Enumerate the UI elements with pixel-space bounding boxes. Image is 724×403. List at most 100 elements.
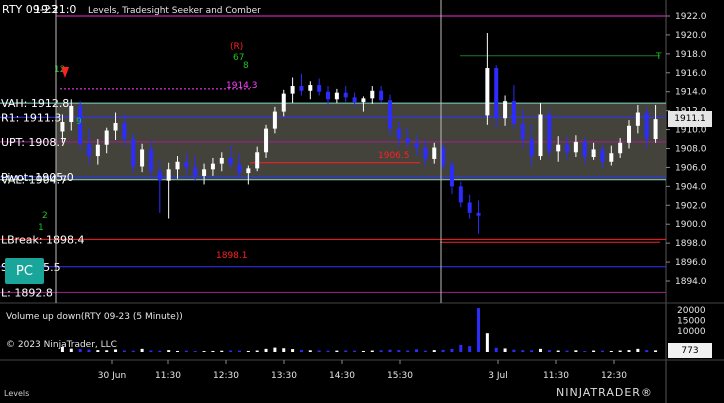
volume-bar bbox=[193, 350, 197, 352]
level-label-vah: VAH: 1912.8 bbox=[1, 97, 69, 110]
candle-body bbox=[511, 101, 516, 124]
candle-body bbox=[618, 142, 623, 154]
volume-bar bbox=[308, 350, 312, 352]
candle-body bbox=[281, 93, 286, 112]
volume-bar bbox=[441, 349, 445, 352]
candle-body bbox=[458, 186, 463, 203]
candle-body bbox=[635, 112, 640, 126]
volume-bar bbox=[237, 350, 241, 352]
candle-body bbox=[157, 171, 162, 181]
candle-body bbox=[246, 168, 251, 174]
price-axis[interactable]: 1922.01920.01918.01916.01914.01912.01910… bbox=[666, 12, 707, 287]
price-tick-label: 1914.0 bbox=[675, 88, 707, 98]
candle-body bbox=[104, 130, 109, 145]
candle-body bbox=[370, 90, 375, 99]
volume-bar bbox=[326, 350, 330, 352]
candle-body bbox=[476, 212, 481, 216]
candle-body bbox=[556, 144, 561, 152]
volume-bar bbox=[600, 350, 604, 352]
annotation-label: 1 bbox=[38, 223, 44, 233]
candle-body bbox=[396, 128, 401, 139]
volume-bar bbox=[565, 350, 569, 352]
time-axis[interactable]: 30 Jun 11:30 12:30 13:30 14:30 15:30 3 Jul 11:3… bbox=[98, 360, 627, 381]
candle-body bbox=[627, 125, 632, 143]
volume-bar bbox=[273, 347, 277, 352]
candle-body bbox=[255, 152, 260, 169]
candle-body bbox=[644, 112, 649, 140]
price-tick-label: 1920.0 bbox=[675, 31, 707, 41]
candle-body bbox=[591, 149, 596, 158]
volume-bar bbox=[361, 350, 365, 352]
price-tick-label: 1904.0 bbox=[675, 182, 707, 192]
volume-bar bbox=[547, 350, 551, 352]
annotation-label: (R) bbox=[230, 42, 243, 52]
candle-body bbox=[148, 149, 153, 172]
volume-bar bbox=[388, 349, 392, 352]
candle-body bbox=[653, 119, 658, 140]
volume-bar bbox=[432, 350, 436, 352]
price-tick-label: 1896.0 bbox=[675, 258, 707, 268]
price-chart[interactable]: 1922.01920.01918.01916.01914.01912.01910… bbox=[0, 0, 724, 403]
annotation-label: 2 bbox=[42, 211, 48, 221]
volume-bar bbox=[149, 350, 153, 352]
candle-body bbox=[467, 202, 472, 213]
candle-body bbox=[166, 169, 171, 181]
indicator-header: Levels, Tradesight Seeker and Comber bbox=[88, 6, 261, 16]
volume-bar bbox=[645, 350, 649, 352]
price-tick-label: 1894.0 bbox=[675, 277, 707, 287]
volume-bar bbox=[140, 348, 144, 352]
ninjatrader-logo: NINJATRADER® bbox=[556, 386, 653, 399]
volume-bar bbox=[503, 348, 507, 352]
pc-button[interactable]: PC bbox=[5, 258, 44, 284]
candle-body bbox=[272, 111, 277, 129]
time-tick-label: 14:30 bbox=[329, 371, 355, 381]
volume-bar bbox=[609, 350, 613, 352]
volume-bar bbox=[344, 350, 348, 352]
volume-bar bbox=[627, 350, 631, 352]
price-tick-label: 1906.0 bbox=[675, 163, 707, 173]
volume-bar bbox=[96, 350, 100, 352]
time-tick-label: 11:30 bbox=[155, 371, 181, 381]
candle-body bbox=[573, 141, 578, 153]
volume-bar bbox=[468, 346, 472, 352]
volume-bar bbox=[229, 350, 233, 352]
candle-body bbox=[529, 139, 534, 157]
candle-body bbox=[423, 147, 428, 159]
volume-bar bbox=[176, 350, 180, 352]
volume-bar bbox=[202, 351, 206, 352]
volume-bar bbox=[583, 350, 587, 352]
candle-body bbox=[361, 98, 366, 103]
level-label-r1: R1: 1911.3 bbox=[1, 111, 61, 124]
annotation-label: 9 bbox=[76, 117, 82, 127]
footer-tab-levels[interactable]: Levels bbox=[4, 389, 29, 398]
candle-body bbox=[86, 143, 91, 157]
volume-bar bbox=[184, 350, 188, 352]
candle-body bbox=[299, 86, 304, 91]
volume-bar bbox=[211, 350, 215, 352]
price-tick-label: 1900.0 bbox=[675, 220, 707, 230]
price-tick-label: 1902.0 bbox=[675, 201, 707, 211]
candle-body bbox=[538, 114, 543, 157]
candle-body bbox=[547, 114, 552, 152]
volume-bar bbox=[477, 308, 481, 352]
volume-bar bbox=[397, 350, 401, 352]
volume-tick-label: 20000 bbox=[677, 306, 706, 316]
chart-window: 1922.01920.01918.01916.01914.01912.01910… bbox=[0, 0, 724, 403]
volume-bar bbox=[167, 350, 171, 352]
candle-body bbox=[520, 123, 525, 140]
volume-bar bbox=[512, 349, 516, 352]
level-label-upt: UPT: 1908.7 bbox=[1, 136, 67, 149]
volume-bar bbox=[556, 350, 560, 352]
volume-bar bbox=[220, 350, 224, 352]
volume-bar bbox=[246, 350, 250, 352]
candle-body bbox=[565, 144, 570, 153]
price-tick-label: 1918.0 bbox=[675, 50, 707, 60]
candle-body bbox=[326, 91, 331, 100]
volume-bar bbox=[574, 350, 578, 352]
volume-axis[interactable]: 200001500010000 bbox=[677, 306, 706, 337]
candle-body bbox=[290, 86, 295, 94]
volume-bar bbox=[485, 333, 489, 352]
time-tick-label: 30 Jun bbox=[98, 371, 126, 381]
volume-bar bbox=[158, 350, 162, 352]
volume-bar bbox=[450, 348, 454, 352]
